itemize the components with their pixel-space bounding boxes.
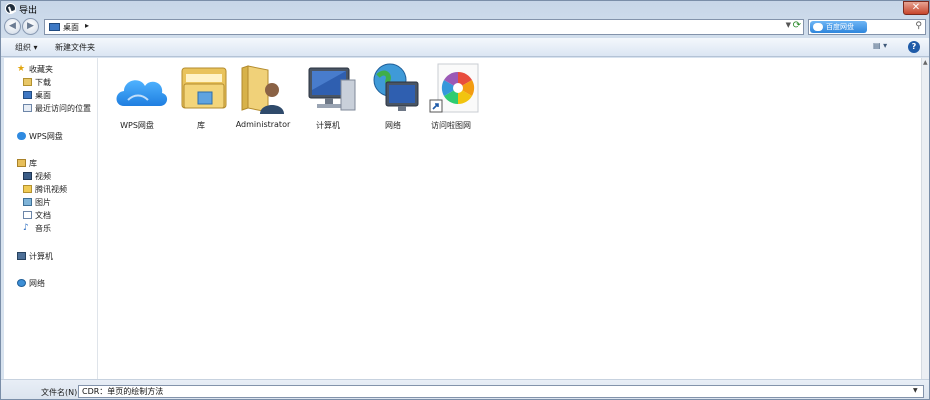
- content-item-label: 计算机: [316, 121, 340, 130]
- nav-item-label: 腾讯视频: [35, 185, 67, 194]
- content-item-wps-cloud[interactable]: WPS网盘: [104, 60, 170, 130]
- nav-item-label: 最近访问的位置: [35, 104, 91, 113]
- app-icon: [5, 3, 16, 14]
- content-item-label: Administrator: [235, 120, 291, 129]
- nav-item-pictures[interactable]: 图片: [4, 196, 96, 209]
- chevron-right-icon[interactable]: ▸: [85, 21, 89, 30]
- navigation-row: ◀ ▶ 桌面 ▸ ▼ ⟳ 百度网盘 ⚲: [1, 17, 929, 37]
- nav-item-label: 文档: [35, 211, 51, 220]
- computer-icon: [308, 67, 356, 111]
- content-item-libraries[interactable]: 库: [168, 60, 234, 130]
- filename-input[interactable]: [78, 385, 924, 398]
- chevron-down-icon[interactable]: ▼: [786, 21, 791, 29]
- content-item-label: 网络: [385, 121, 401, 130]
- user-folder-icon: [241, 65, 284, 114]
- filename-label: 文件名(N):: [41, 388, 80, 397]
- nav-item-network[interactable]: 网络: [4, 277, 96, 290]
- content-item-computer[interactable]: 计算机: [295, 60, 361, 130]
- computer-icon: [17, 252, 26, 260]
- refresh-icon[interactable]: ⟳: [793, 20, 801, 31]
- nav-item-label: 网络: [29, 279, 45, 288]
- vertical-scrollbar[interactable]: ▲: [921, 58, 929, 379]
- recent-places-icon: [23, 104, 32, 112]
- cloud-icon: [17, 132, 26, 140]
- content-item-network[interactable]: 网络: [360, 60, 426, 130]
- nav-item-label: 音乐: [35, 224, 51, 233]
- nav-item-label: 下载: [35, 78, 51, 87]
- nav-item-favorites[interactable]: ★ 收藏夹: [4, 63, 96, 76]
- wps-cloud-icon: [116, 80, 168, 106]
- music-icon: ♪: [23, 223, 29, 233]
- library-folder-icon: [181, 67, 227, 109]
- content-item-label: 库: [197, 121, 205, 130]
- nav-item-music[interactable]: ♪ 音乐: [4, 222, 96, 235]
- nav-item-documents[interactable]: 文档: [4, 209, 96, 222]
- nav-item-desktop[interactable]: 桌面: [4, 89, 96, 102]
- network-globe-icon: [373, 63, 419, 111]
- window-title: 导出: [19, 6, 38, 16]
- nav-item-libraries[interactable]: 库: [4, 157, 96, 170]
- address-bar[interactable]: 桌面 ▸ ▼ ⟳: [44, 19, 804, 35]
- close-button[interactable]: ✕: [903, 1, 929, 15]
- nav-item-computer[interactable]: 计算机: [4, 250, 96, 263]
- documents-icon: [23, 211, 32, 219]
- file-list-view: WPS网盘 库 Administrator 计算机 网络 访问啦图网: [98, 58, 921, 379]
- nav-item-label: 收藏夹: [29, 65, 53, 74]
- nav-item-recent-places[interactable]: 最近访问的位置: [4, 102, 96, 115]
- filename-row: 文件名(N): ▼: [1, 379, 929, 399]
- desktop-icon: [49, 23, 60, 31]
- search-provider-label: 百度网盘: [826, 23, 854, 31]
- nav-item-label: 计算机: [29, 252, 53, 261]
- nav-item-label: 图片: [35, 198, 51, 207]
- network-icon: [17, 279, 26, 287]
- organize-button[interactable]: 组织 ▾: [15, 42, 38, 53]
- star-icon: ★: [17, 64, 26, 74]
- downloads-folder-icon: [23, 78, 32, 86]
- content-item-label: WPS网盘: [120, 121, 154, 130]
- baidu-cloud-icon: [813, 23, 823, 31]
- nav-item-videos[interactable]: 视频: [4, 170, 96, 183]
- pictures-icon: [23, 198, 32, 206]
- save-dialog-window: 导出 ✕ ◀ ▶ 桌面 ▸ ▼ ⟳ 百度网盘 ⚲ 组织 ▾ 新建文件夹 ▤ ▾ …: [0, 0, 930, 400]
- view-options-icon[interactable]: ▤ ▾: [873, 41, 895, 53]
- web-shortcut-icon: [429, 63, 479, 113]
- address-location[interactable]: 桌面: [63, 22, 79, 33]
- content-item-web-shortcut[interactable]: 访问啦图网: [418, 60, 484, 130]
- search-icon[interactable]: ⚲: [915, 21, 922, 31]
- nav-item-downloads[interactable]: 下载: [4, 76, 96, 89]
- desktop-icon: [23, 91, 32, 99]
- nav-item-tencent-video[interactable]: 腾讯视频: [4, 183, 96, 196]
- content-item-administrator[interactable]: Administrator: [230, 60, 296, 130]
- navigation-pane: ★ 收藏夹 下载 桌面 最近访问的位置 WPS网盘 库 视频 腾讯视频 图片 文…: [4, 58, 98, 379]
- nav-item-label: 桌面: [35, 91, 51, 100]
- tencent-video-icon: [23, 185, 32, 193]
- help-icon[interactable]: ?: [908, 41, 920, 53]
- chevron-down-icon[interactable]: ▼: [913, 387, 918, 394]
- new-folder-button[interactable]: 新建文件夹: [55, 42, 95, 53]
- forward-button[interactable]: ▶: [22, 18, 39, 35]
- nav-item-label: 库: [29, 159, 37, 168]
- title-bar: 导出 ✕: [1, 1, 929, 17]
- chevron-up-icon[interactable]: ▲: [923, 59, 928, 66]
- content-item-label: 访问啦图网: [431, 121, 471, 130]
- back-button[interactable]: ◀: [4, 18, 21, 35]
- nav-item-label: WPS网盘: [29, 132, 63, 141]
- search-box[interactable]: 百度网盘 ⚲: [808, 19, 926, 35]
- nav-item-label: 视频: [35, 172, 51, 181]
- command-bar: 组织 ▾ 新建文件夹 ▤ ▾ ?: [1, 38, 929, 57]
- nav-item-wps-cloud[interactable]: WPS网盘: [4, 130, 96, 143]
- library-icon: [17, 159, 26, 167]
- baidu-netdisk-badge[interactable]: 百度网盘: [810, 21, 867, 33]
- videos-icon: [23, 172, 32, 180]
